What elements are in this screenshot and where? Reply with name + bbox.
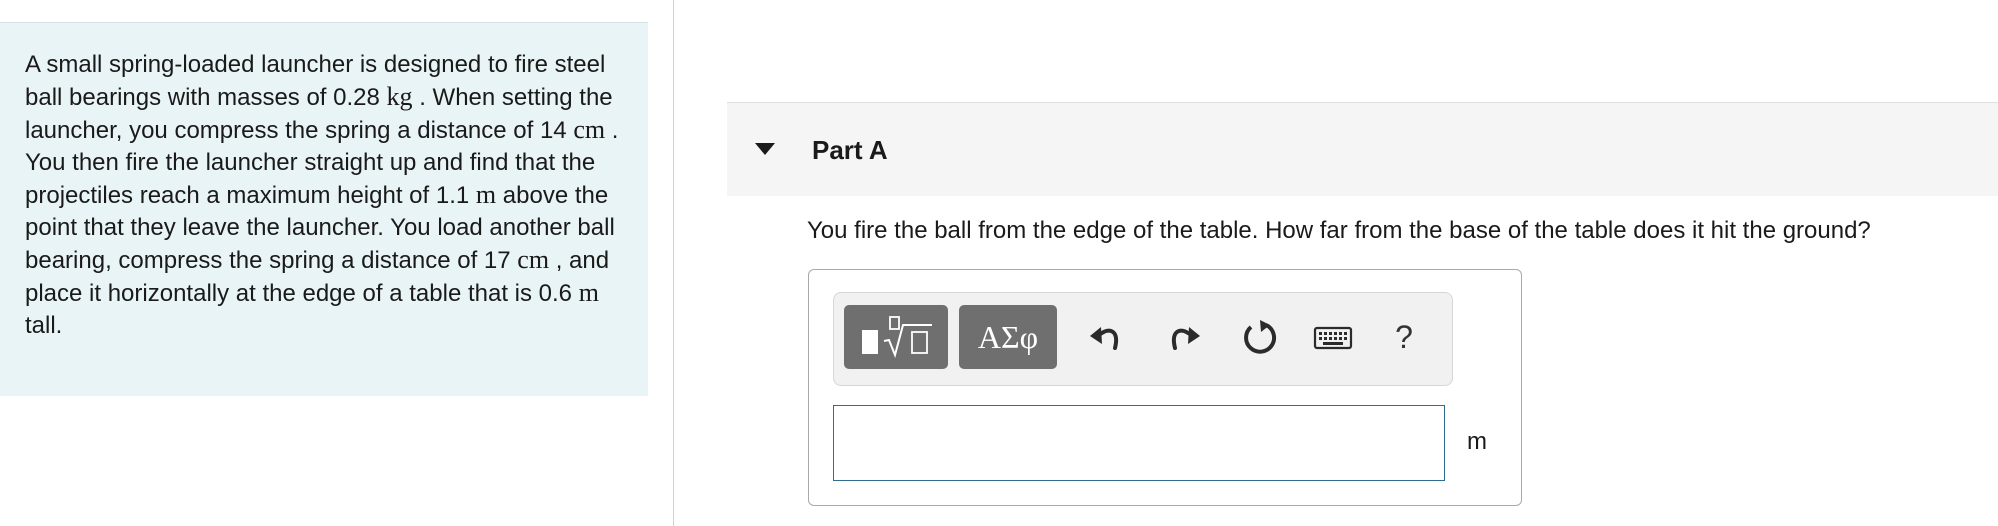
question-text: You fire the ball from the edge of the t… (807, 217, 1871, 244)
redo-icon[interactable] (1164, 317, 1204, 357)
math-unit: m (475, 180, 497, 209)
problem-statement: A small spring-loaded launcher is design… (0, 22, 648, 396)
part-a-header[interactable]: Part A (727, 102, 1998, 196)
problem-text: tall. (25, 312, 63, 339)
reset-icon[interactable] (1240, 317, 1280, 357)
answer-box: ΑΣφ ? m (808, 269, 1522, 506)
keyboard-icon[interactable] (1312, 317, 1354, 357)
part-title: Part A (812, 135, 888, 165)
math-unit: m (578, 278, 599, 307)
math-unit: cm (517, 245, 550, 274)
help-icon[interactable]: ? (1389, 317, 1419, 357)
math-unit: kg (386, 82, 413, 111)
templates-sqrt-icon (862, 316, 932, 359)
math-unit: cm (573, 115, 606, 144)
math-toolbar: ΑΣφ ? (833, 292, 1453, 386)
column-divider (673, 0, 674, 526)
undo-icon[interactable] (1086, 317, 1126, 357)
symbols-button[interactable]: ΑΣφ (959, 305, 1057, 369)
unit-label: m (1467, 428, 1487, 455)
collapse-caret-icon[interactable] (755, 143, 775, 155)
answer-input[interactable] (833, 405, 1445, 481)
templates-button[interactable] (844, 305, 948, 369)
